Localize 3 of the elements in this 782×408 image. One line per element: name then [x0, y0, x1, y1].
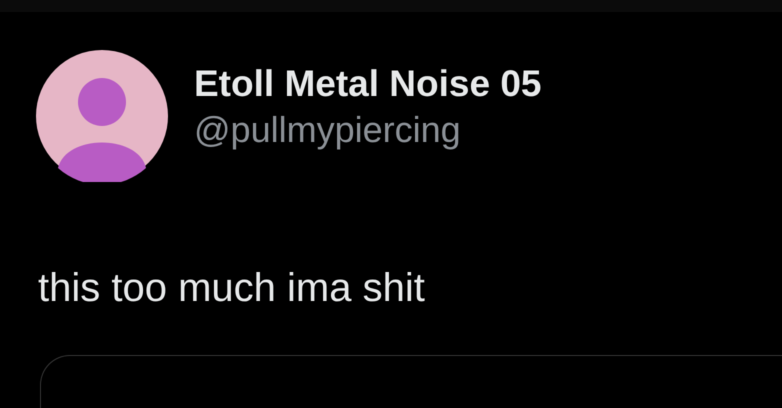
display-name[interactable]: Etoll Metal Noise 05 [194, 63, 542, 105]
user-handle[interactable]: @pullmypiercing [194, 109, 542, 151]
tweet-text: this too much ima shit [37, 266, 426, 311]
